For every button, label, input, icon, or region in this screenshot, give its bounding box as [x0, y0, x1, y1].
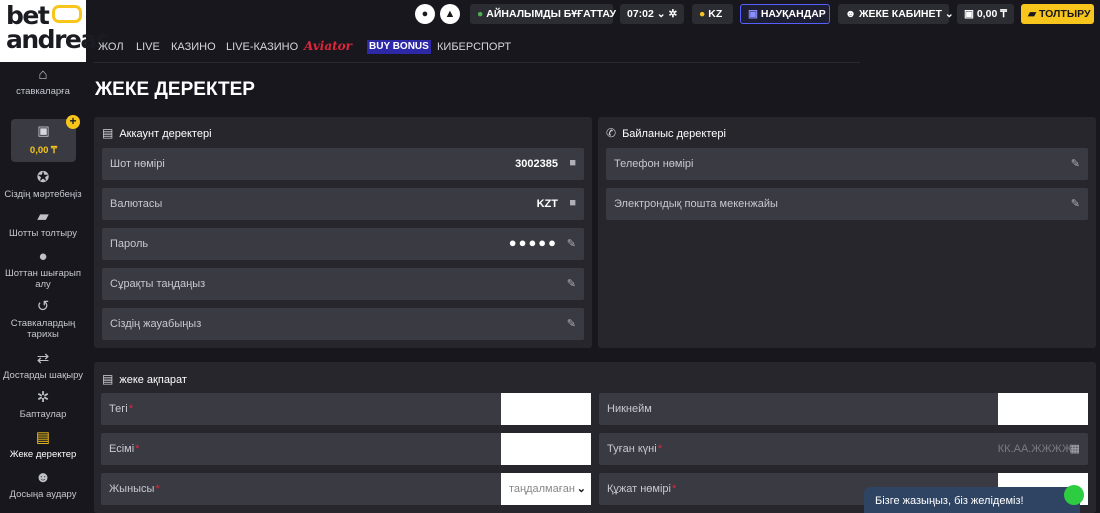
surname-input[interactable] — [501, 393, 591, 425]
nav-casino[interactable]: КАЗИНО — [171, 40, 216, 54]
personal-info-title: ▤ жеке ақпарат — [102, 372, 187, 386]
password-field[interactable]: Пароль ●●●●● ✎ — [102, 228, 584, 260]
first-name-field: Есімі* — [101, 433, 591, 465]
chat-status-icon — [1064, 485, 1084, 505]
gear-icon: ✲ — [668, 8, 678, 20]
nav-buy-bonus[interactable]: BUY BONUS — [367, 40, 431, 54]
calendar-icon[interactable]: ▦ — [1070, 442, 1080, 455]
promotions-button[interactable]: ▣ НАУҚАНДАР — [740, 4, 830, 24]
chat-widget[interactable]: Бізге жазыңыз, біз желідеміз! — [864, 487, 1080, 513]
sidebar-item-invite[interactable]: ⇄ Достарды шақыру — [0, 350, 86, 382]
contact-card: ✆ Байланыс деректері Телефон нөмірі ✎ Эле… — [598, 117, 1096, 348]
currency-field: Валютасы KZT ■ — [102, 188, 584, 220]
pencil-icon[interactable]: ✎ — [1071, 157, 1080, 170]
lock-icon: ■ — [569, 197, 576, 209]
medal-icon: ✪ — [36, 169, 50, 186]
account-card-title: ▤ Аккаунт деректері — [102, 126, 212, 140]
android-icon[interactable]: ▲ — [440, 4, 460, 24]
id-card-icon: ▤ — [35, 429, 51, 446]
id-card-icon: ▤ — [102, 372, 114, 386]
apple-icon[interactable]: ● — [415, 4, 435, 24]
birthdate-placeholder: КК.АА.ЖЖЖЖ — [997, 443, 1072, 455]
nav-sport[interactable]: ЖОЛ — [98, 40, 124, 54]
users-icon: ☻ — [35, 469, 51, 486]
account-number-field: Шот нөмірі 3002385 ■ — [102, 148, 584, 180]
cash-icon: ▣ — [964, 8, 974, 20]
first-name-input[interactable] — [501, 433, 591, 465]
phone-icon: ✆ — [606, 126, 617, 140]
chevron-down-icon: ⌄ — [944, 8, 954, 20]
sidebar-item-personal-data[interactable]: ▤ Жеке деректер — [0, 429, 86, 461]
mirror-block-button[interactable]: ● АЙНАЛЫМДЫ БҰҒАТТАУ — [470, 4, 616, 24]
email-field[interactable]: Электрондық пошта мекенжайы ✎ — [606, 188, 1088, 220]
top-bar: ● ▲ ● АЙНАЛЫМДЫ БҰҒАТТАУ 07:02 ⌄ ✲ ● KZ … — [0, 0, 1100, 28]
id-card-icon: ▤ — [102, 126, 114, 140]
sidebar-item-settings[interactable]: ✲ Баптаулар — [0, 389, 86, 421]
nav-live[interactable]: LIVE — [136, 40, 160, 54]
nickname-input[interactable] — [998, 393, 1088, 425]
phone-field[interactable]: Телефон нөмірі ✎ — [606, 148, 1088, 180]
topup-button[interactable]: ▰ ТОЛТЫРУ — [1021, 4, 1094, 24]
gift-icon: ▣ — [748, 8, 758, 20]
sidebar-item-bets[interactable]: ⌂ ставкаларға — [0, 66, 86, 98]
home-icon: ⌂ — [38, 66, 48, 83]
gender-select[interactable]: таңдалмаған ⌄ — [501, 473, 591, 505]
globe-icon: ● — [477, 8, 484, 20]
wallet-icon: ▰ — [1028, 8, 1037, 20]
pencil-icon[interactable]: ✎ — [567, 317, 576, 330]
wallet-icon: ▰ — [37, 208, 49, 225]
flag-icon: ● — [699, 8, 706, 20]
nav-aviator[interactable]: Aviator — [304, 39, 352, 53]
contact-card-title: ✆ Байланыс деректері — [606, 126, 726, 140]
sidebar-item-withdraw[interactable]: ● Шоттан шығарып алу — [0, 248, 86, 291]
piggy-bank-icon: ● — [38, 248, 48, 265]
sidebar-balance-value: 0,00 ₸ — [29, 145, 58, 156]
sidebar-item-bet-history[interactable]: ↺ Ставкалардың тарихы — [0, 298, 86, 341]
pencil-icon[interactable]: ✎ — [1071, 197, 1080, 210]
nav-live-casino[interactable]: LIVE-КАЗИНО — [226, 40, 298, 54]
nav-divider — [94, 62, 860, 63]
chevron-down-icon: ⌄ — [576, 483, 586, 495]
cash-icon: ▣ — [37, 123, 50, 138]
history-icon: ↺ — [36, 298, 50, 315]
share-icon: ⇄ — [36, 350, 50, 367]
language-button[interactable]: ● KZ — [692, 4, 733, 24]
account-card: ▤ Аккаунт деректері Шот нөмірі 3002385 ■ … — [94, 117, 592, 348]
balance-button[interactable]: ▣ 0,00 ₸ — [957, 4, 1014, 24]
sidebar-item-deposit[interactable]: ▰ Шотты толтыру — [0, 208, 86, 240]
user-icon: ☻ — [845, 8, 857, 20]
chevron-down-icon: ⌄ — [656, 8, 666, 20]
gear-icon: ✲ — [36, 389, 50, 406]
sidebar-item-transfer[interactable]: ☻ Досыңа аудару — [0, 469, 86, 501]
page-title: ЖЕКЕ ДЕРЕКТЕР — [95, 79, 255, 100]
security-question-field[interactable]: Сұрақты таңдаңыз ✎ — [102, 268, 584, 300]
sidebar-item-status[interactable]: ✪ Сіздің мәртебеңіз — [0, 169, 86, 201]
gender-field: Жынысы* таңдалмаған ⌄ — [101, 473, 591, 505]
surname-field: Тегі* — [101, 393, 591, 425]
birthdate-field[interactable]: Туған күні* КК.АА.ЖЖЖЖ ▦ — [599, 433, 1088, 465]
time-settings-button[interactable]: 07:02 ⌄ ✲ — [620, 4, 684, 24]
lock-icon: ■ — [569, 157, 576, 169]
personal-cabinet-button[interactable]: ☻ ЖЕКЕ КАБИНЕТ ⌄ — [838, 4, 954, 24]
nav-esports[interactable]: КИБЕРСПОРТ — [437, 40, 511, 54]
pencil-icon[interactable]: ✎ — [567, 237, 576, 250]
nickname-field: Никнейм — [599, 393, 1088, 425]
security-answer-field[interactable]: Сіздің жауабыңыз ✎ — [102, 308, 584, 340]
add-funds-icon[interactable]: + — [66, 115, 80, 129]
pencil-icon[interactable]: ✎ — [567, 277, 576, 290]
sidebar: bet andreas ⌂ ставкаларға ▣ 0,00 ₸ + ✪ Сі… — [0, 0, 111, 513]
